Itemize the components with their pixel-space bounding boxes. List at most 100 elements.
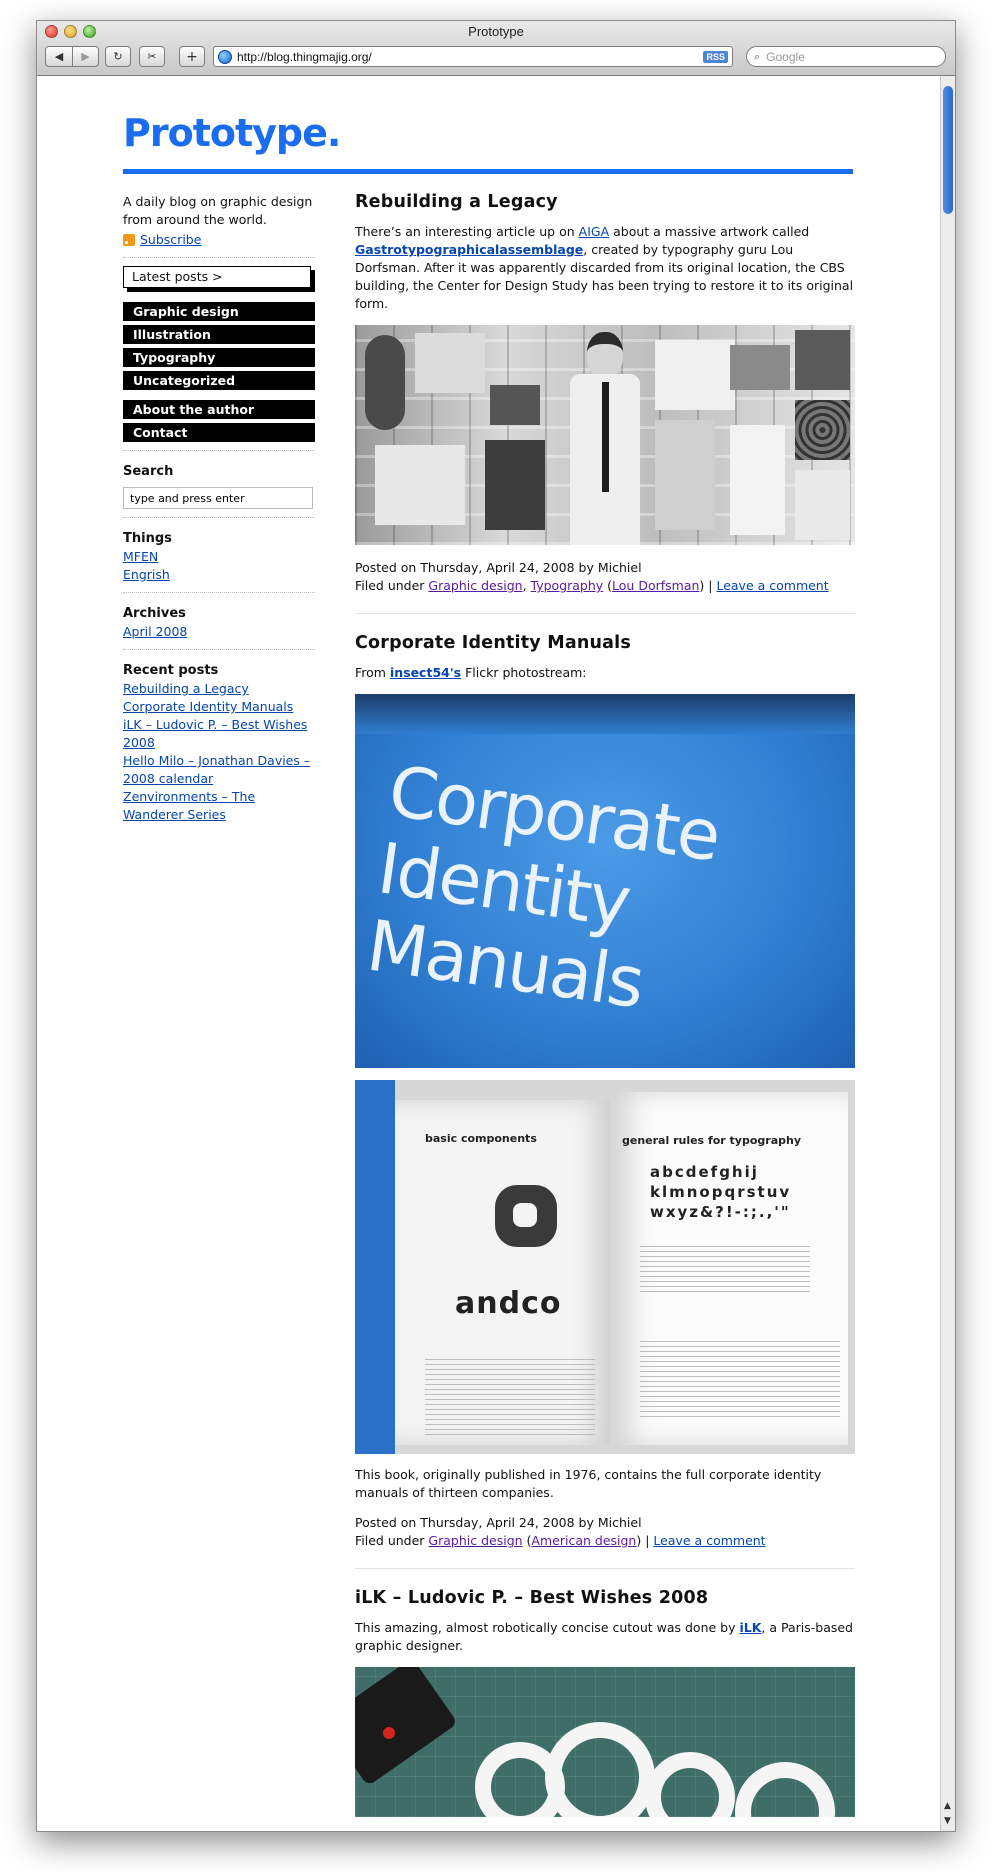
- photo-shape: [415, 333, 485, 393]
- photo-shape: [730, 425, 785, 535]
- category-illustration[interactable]: Illustration: [123, 325, 315, 344]
- browser-window: Prototype ◀ ▶ ↻ ✂ + http://blog.thingmaj…: [36, 20, 956, 1832]
- site-logo[interactable]: Prototype.: [123, 111, 341, 155]
- page-about-author[interactable]: About the author: [123, 400, 315, 419]
- post-text: Flickr photostream:: [461, 665, 587, 680]
- things-heading: Things: [123, 531, 172, 546]
- reload-button[interactable]: ↻: [105, 46, 131, 67]
- category-link[interactable]: Graphic design: [428, 1533, 522, 1548]
- recent-post-link[interactable]: Corporate Identity Manuals: [123, 698, 315, 716]
- recent-post-link[interactable]: Zenvironments – The Wanderer Series: [123, 788, 315, 824]
- post-text: There’s an interesting article up on: [355, 224, 579, 239]
- post-corporate-identity-manuals: Corporate Identity Manuals From insect54…: [355, 634, 855, 1550]
- snapback-icon: ✂: [147, 50, 157, 63]
- category-link[interactable]: Graphic design: [428, 578, 522, 593]
- post-filed-under: Filed under Graphic design (American des…: [355, 1533, 766, 1548]
- photo-shadow: [355, 694, 855, 734]
- photo-shape: [795, 470, 850, 540]
- paper-cutout: [475, 1712, 855, 1817]
- recent-post-link[interactable]: iLK – Ludovic P. – Best Wishes 2008: [123, 716, 315, 752]
- book-left-page: basic components andco: [395, 1100, 615, 1445]
- window-title: Prototype: [468, 24, 524, 39]
- post-date: Posted on Thursday, April 24, 2008 by Mi…: [355, 1515, 642, 1530]
- subscribe-link[interactable]: Subscribe: [140, 231, 201, 249]
- page-contact[interactable]: Contact: [123, 423, 315, 442]
- address-bar[interactable]: http://blog.thingmajig.org/ RSS: [213, 46, 733, 67]
- post-body: From insect54's Flickr photostream:: [355, 664, 855, 682]
- book-body-text: [640, 1242, 810, 1292]
- rss-feed-icon[interactable]: [123, 234, 135, 246]
- category-typography[interactable]: Typography: [123, 348, 315, 367]
- scroll-down-arrow-icon[interactable]: ▼: [944, 1816, 951, 1826]
- tag-link[interactable]: Lou Dorfsman: [612, 578, 699, 593]
- photo-shape: [375, 445, 465, 525]
- latest-posts-button[interactable]: Latest posts >: [123, 266, 311, 288]
- category-uncategorized[interactable]: Uncategorized: [123, 371, 315, 390]
- category-link[interactable]: Typography: [531, 578, 604, 593]
- aiga-link[interactable]: AIGA: [579, 224, 609, 239]
- archives-heading: Archives: [123, 606, 186, 621]
- photo-shape: [655, 340, 735, 410]
- scroll-up-arrow-icon[interactable]: ▲: [944, 1801, 951, 1811]
- things-link-engrish[interactable]: Engrish: [123, 566, 315, 584]
- cutout-curve: [645, 1752, 735, 1817]
- forward-arrow-icon: ▶: [81, 50, 90, 63]
- divider: [123, 517, 315, 518]
- recent-post-link[interactable]: Hello Milo – Jonathan Davies – 2008 cale…: [123, 752, 315, 788]
- red-button-object: [383, 1727, 395, 1739]
- recent-posts-heading: Recent posts: [123, 663, 219, 678]
- sidebar-search-input[interactable]: [123, 487, 313, 509]
- scrollbar-thumb[interactable]: [943, 86, 953, 214]
- camera-object: [355, 1667, 458, 1787]
- leave-comment-link[interactable]: Leave a comment: [653, 1533, 765, 1548]
- category-menu: Graphic design Illustration Typography U…: [123, 302, 315, 390]
- google-search-placeholder: Google: [766, 49, 805, 64]
- post-paragraph: From insect54's Flickr photostream:: [355, 664, 855, 682]
- archives-list: April 2008: [123, 623, 315, 641]
- book-wordmark: andco: [455, 1286, 562, 1321]
- globe-icon: [218, 49, 232, 64]
- snapback-button[interactable]: ✂: [139, 46, 165, 67]
- rss-button[interactable]: RSS: [703, 50, 728, 63]
- plus-icon: +: [186, 48, 198, 65]
- web-page: Prototype. A daily blog on graphic desig…: [37, 77, 941, 1831]
- archive-link-april-2008[interactable]: April 2008: [123, 623, 315, 641]
- post-body: This amazing, almost robotically concise…: [355, 1619, 855, 1655]
- post-title[interactable]: Rebuilding a Legacy: [355, 193, 855, 211]
- photo-shape: [490, 385, 540, 425]
- post-text: about a massive artwork called: [609, 224, 810, 239]
- divider: [123, 592, 315, 593]
- post-title[interactable]: Corporate Identity Manuals: [355, 634, 855, 652]
- photo-shape: [730, 345, 790, 390]
- post-paragraph: This amazing, almost robotically concise…: [355, 1619, 855, 1655]
- leave-comment-link[interactable]: Leave a comment: [716, 578, 828, 593]
- photo-shape: [485, 440, 545, 530]
- header-rule: [123, 169, 853, 174]
- vertical-scrollbar[interactable]: ▲ ▼: [940, 76, 955, 1831]
- divider: [123, 257, 315, 258]
- book-right-heading: general rules for typography: [622, 1134, 801, 1147]
- forward-button[interactable]: ▶: [72, 46, 99, 67]
- insect54-link[interactable]: insect54's: [390, 665, 461, 680]
- filed-label: Filed under: [355, 1533, 429, 1548]
- category-graphic-design[interactable]: Graphic design: [123, 302, 315, 321]
- recent-post-link[interactable]: Rebuilding a Legacy: [123, 680, 315, 698]
- google-search-field[interactable]: ⌕ Google: [746, 46, 946, 67]
- back-button[interactable]: ◀: [45, 46, 73, 67]
- post-ilk-best-wishes: iLK – Ludovic P. – Best Wishes 2008 This…: [355, 1589, 855, 1817]
- book-body-text: [425, 1355, 595, 1435]
- url-text[interactable]: http://blog.thingmajig.org/: [237, 50, 703, 64]
- book-right-page: general rules for typography abcdefghij …: [610, 1092, 848, 1445]
- things-link-mfen[interactable]: MFEN: [123, 548, 315, 566]
- gastrotypographicalassemblage-link[interactable]: Gastrotypographicalassemblage: [355, 242, 583, 257]
- cutout-curve: [545, 1722, 655, 1817]
- add-bookmark-button[interactable]: +: [179, 46, 205, 67]
- post-rebuilding-a-legacy: Rebuilding a Legacy There’s an interesti…: [355, 193, 855, 595]
- photo-shape: [655, 420, 715, 530]
- post-title[interactable]: iLK – Ludovic P. – Best Wishes 2008: [355, 1589, 855, 1607]
- post-divider: [355, 1568, 855, 1569]
- ilk-link[interactable]: iLK: [739, 1620, 761, 1635]
- tag-link[interactable]: American design: [531, 1533, 636, 1548]
- post-meta: Posted on Thursday, April 24, 2008 by Mi…: [355, 1514, 855, 1550]
